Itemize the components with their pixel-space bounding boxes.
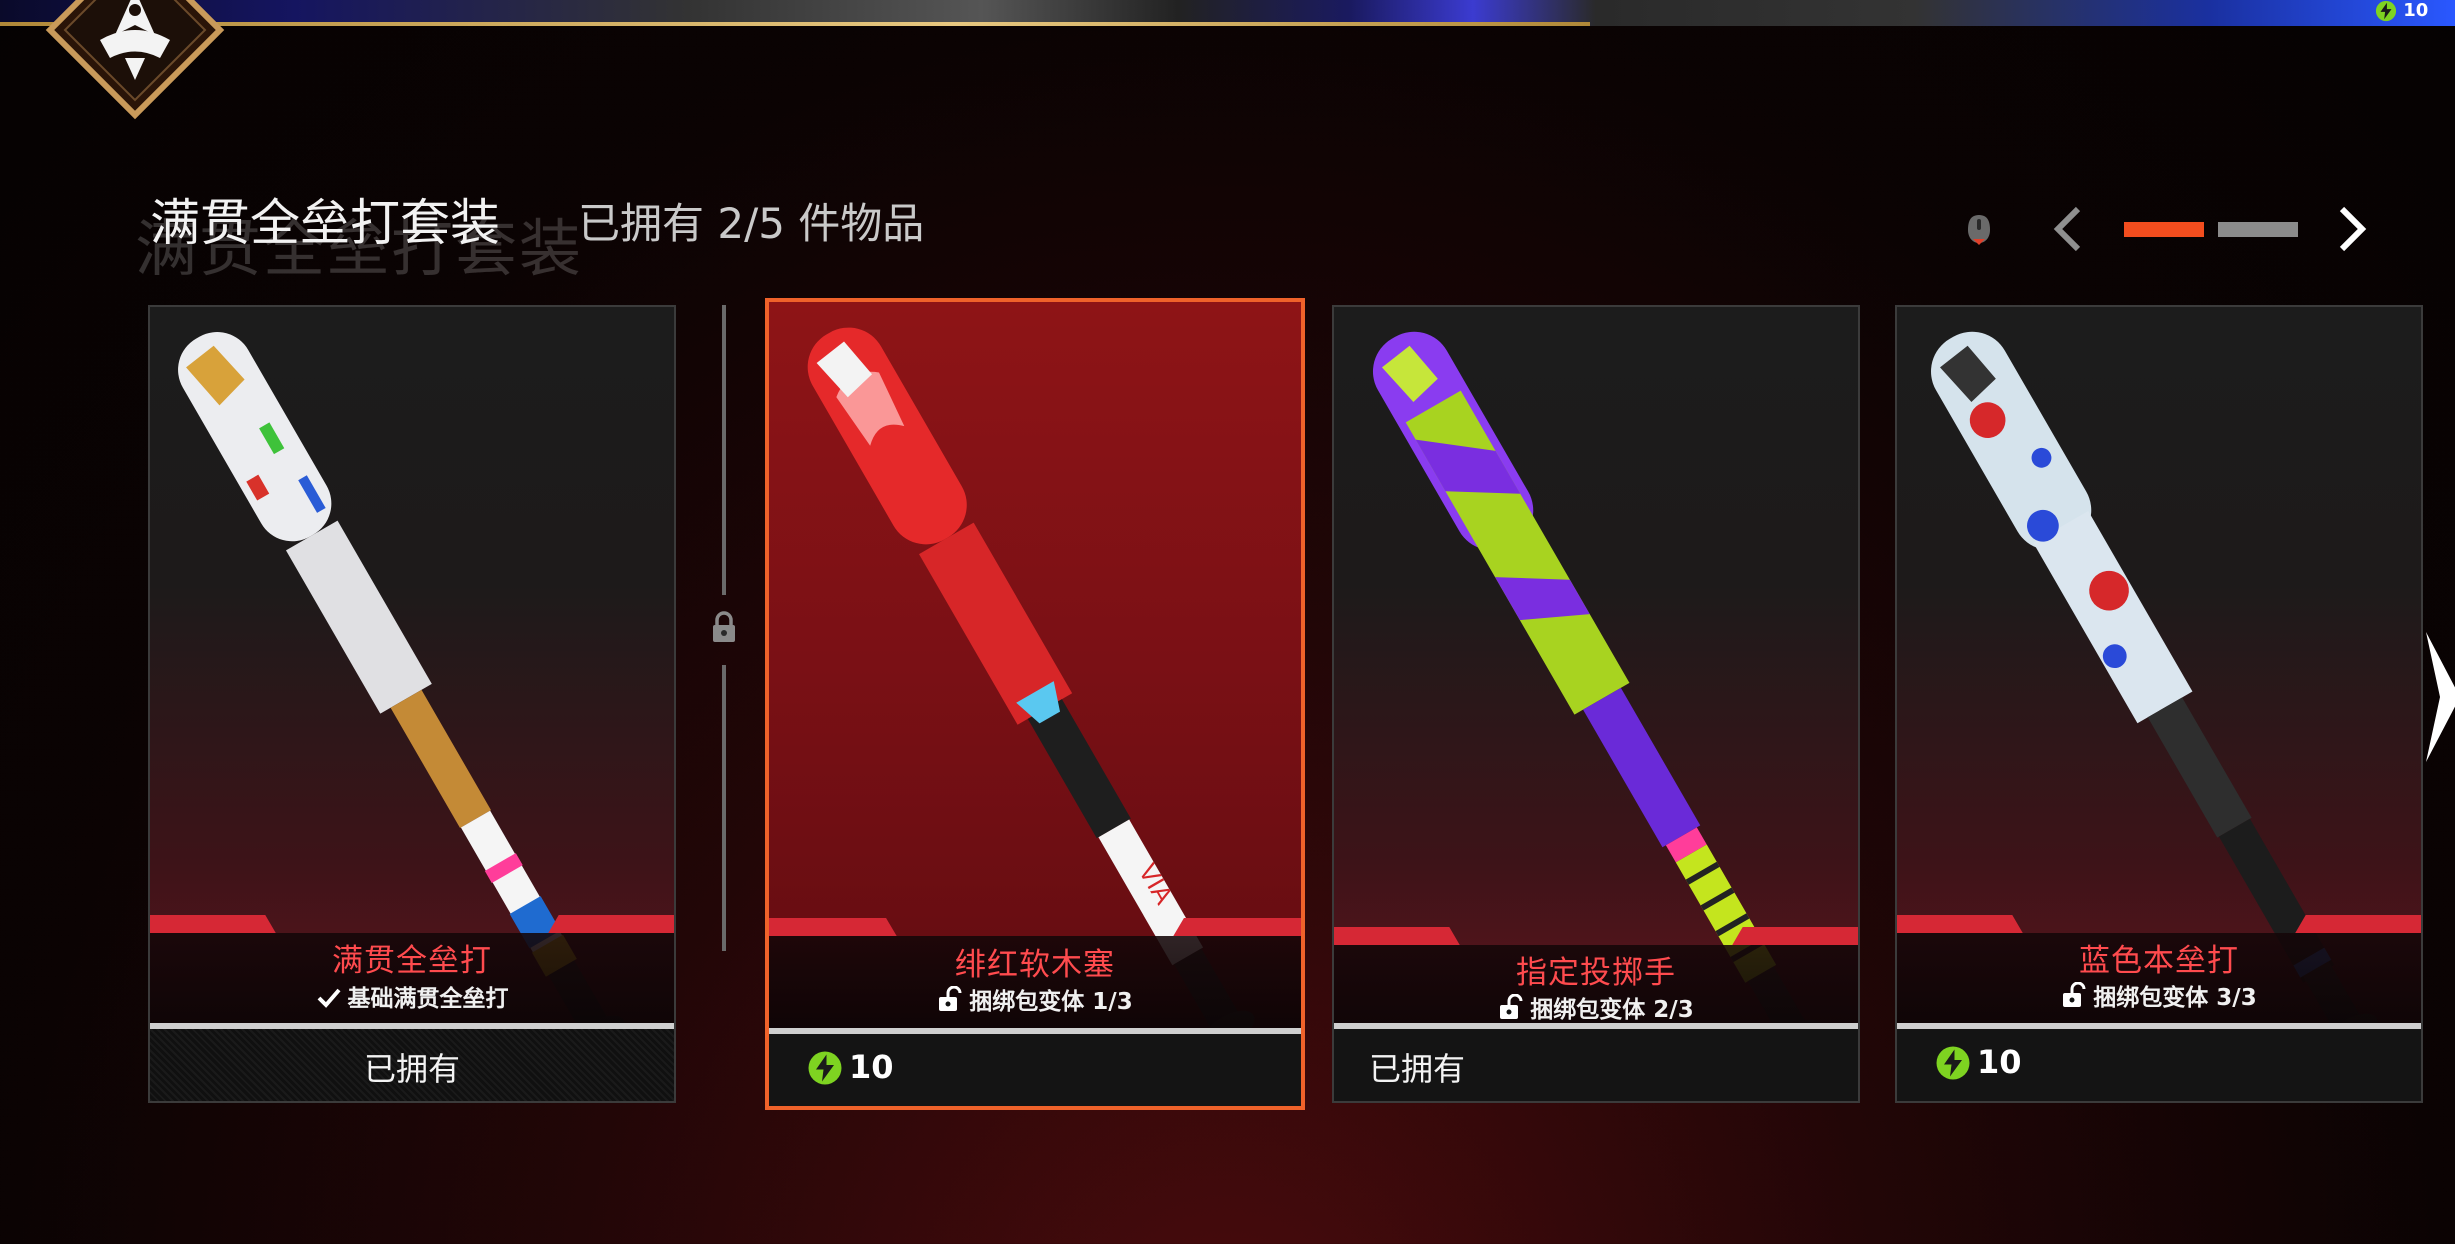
bundle-item-card[interactable]: 指定投掷手 捆绑包变体 2/3 已拥有 [1332,305,1860,1103]
item-subtitle: 基础满贯全垒打 [150,979,674,1013]
owned-status-row: 已拥有 [150,1023,674,1101]
base-item-divider-lower [722,665,726,951]
lightning-icon [1936,1046,1970,1080]
page-indicator-2[interactable] [2218,222,2298,237]
price-amount: 10 [1977,1043,2022,1081]
item-subtitle: 捆绑包变体 2/3 [1334,990,1858,1024]
item-subtitle: 捆绑包变体 3/3 [1897,978,2421,1012]
page-title: 满贯全垒打套装 [150,194,500,252]
credit-balance: 10 [2375,0,2428,22]
bundle-item-card[interactable]: 满贯全垒打 基础满贯全垒打 已拥有 [148,305,676,1103]
bundle-item-card-selected[interactable]: VIA 绯红软木塞 捆绑包变体 1/3 10 [765,298,1305,1110]
lock-icon [713,611,735,642]
item-name: 满贯全垒打 [332,943,492,979]
price-row[interactable]: 10 [769,1028,1301,1106]
unlock-icon [2063,981,2086,1007]
banner-gold-line [0,22,1590,26]
prev-page-arrow-icon[interactable] [2052,206,2084,252]
item-subtitle: 捆绑包变体 1/3 [769,982,1301,1016]
owned-label: 已拥有 [1369,1050,1466,1088]
apex-emblem-icon [45,0,225,120]
bundle-item-card[interactable]: 蓝色本垒打 捆绑包变体 3/3 10 [1895,305,2423,1103]
owned-count: 已拥有 2/5 件物品 [578,199,925,248]
unlock-icon [1500,993,1523,1019]
lightning-icon [2375,0,2397,22]
check-icon [317,988,341,1008]
item-name: 绯红软木塞 [955,947,1115,983]
mouse-scroll-icon [1968,215,1990,245]
lightning-icon [808,1051,842,1085]
next-page-arrow-icon[interactable] [2336,206,2368,252]
owned-status-row: 已拥有 [1334,1023,1858,1101]
price-amount: 10 [849,1048,894,1086]
base-item-divider [722,305,726,595]
scroll-right-arrow-icon[interactable] [2420,632,2455,762]
owned-label: 已拥有 [363,1050,460,1088]
unlock-icon [939,985,962,1011]
price-row[interactable]: 10 [1897,1023,2421,1101]
item-name: 蓝色本垒打 [2079,943,2239,979]
credit-amount: 10 [2403,0,2429,21]
page-indicator-1[interactable] [2124,222,2204,237]
item-name: 指定投掷手 [1516,955,1676,991]
